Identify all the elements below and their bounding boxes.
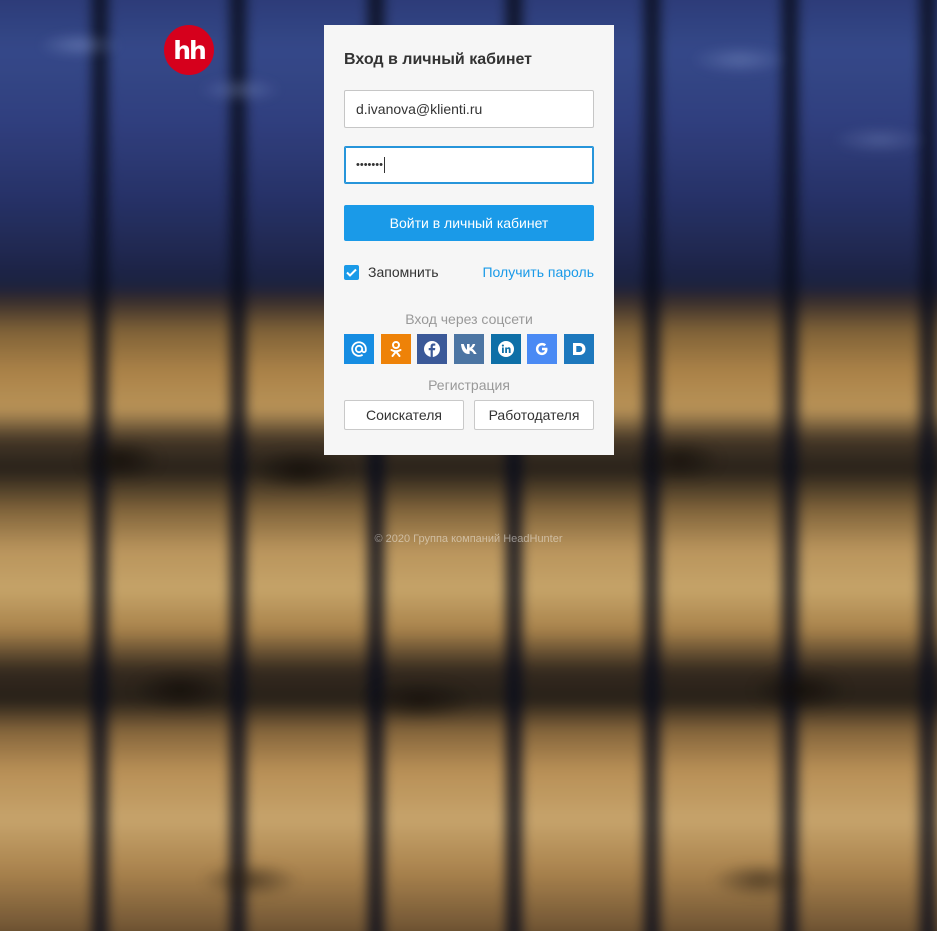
remember-me-label: Запомнить bbox=[368, 264, 439, 280]
register-seeker-label: Соискателя bbox=[366, 407, 442, 423]
password-value: ••••••• bbox=[356, 159, 383, 171]
hh-logo[interactable]: hh bbox=[164, 25, 214, 75]
facebook-icon bbox=[424, 341, 441, 357]
at-sign-icon bbox=[351, 341, 367, 357]
odnoklassniki-button[interactable] bbox=[380, 334, 411, 364]
register-employer-button[interactable]: Работодателя bbox=[474, 400, 594, 430]
remember-me-checkbox[interactable]: Запомнить bbox=[344, 264, 439, 280]
facebook-button[interactable] bbox=[417, 334, 448, 364]
linkedin-icon bbox=[497, 341, 514, 357]
google-button[interactable] bbox=[527, 334, 558, 364]
checkmark-icon[interactable] bbox=[344, 264, 359, 280]
get-password-link[interactable]: Получить пароль bbox=[482, 264, 594, 280]
email-field[interactable]: d.ivanova@klienti.ru bbox=[344, 90, 594, 128]
register-employer-label: Работодателя bbox=[488, 407, 580, 423]
d-icon bbox=[572, 343, 586, 355]
social-login-buttons bbox=[344, 334, 594, 364]
registration-caption: Регистрация bbox=[428, 377, 510, 393]
vkontakte-button[interactable] bbox=[453, 334, 484, 364]
mail-ru-button[interactable] bbox=[344, 334, 374, 364]
text-caret bbox=[383, 157, 385, 173]
footer-copyright: © 2020 Группа компаний HeadHunter bbox=[374, 533, 563, 545]
login-title: Вход в личный кабинет bbox=[344, 51, 532, 68]
email-value: d.ivanova@klienti.ru bbox=[356, 101, 483, 117]
ok-icon bbox=[390, 341, 402, 357]
register-seeker-button[interactable]: Соискателя bbox=[344, 400, 464, 430]
login-card: Вход в личный кабинет d.ivanova@klienti.… bbox=[324, 25, 614, 455]
vk-icon bbox=[460, 344, 477, 354]
linkedin-button[interactable] bbox=[490, 334, 521, 364]
login-submit-button[interactable]: Войти в личный кабинет bbox=[344, 205, 594, 241]
password-field[interactable]: ••••••• bbox=[344, 146, 594, 184]
google-icon bbox=[536, 342, 548, 356]
social-login-caption: Вход через соцсети bbox=[405, 311, 533, 327]
login-submit-label: Войти в личный кабинет bbox=[389, 215, 549, 231]
dnevnik-button[interactable] bbox=[563, 334, 594, 364]
logo-text: hh bbox=[173, 35, 207, 65]
